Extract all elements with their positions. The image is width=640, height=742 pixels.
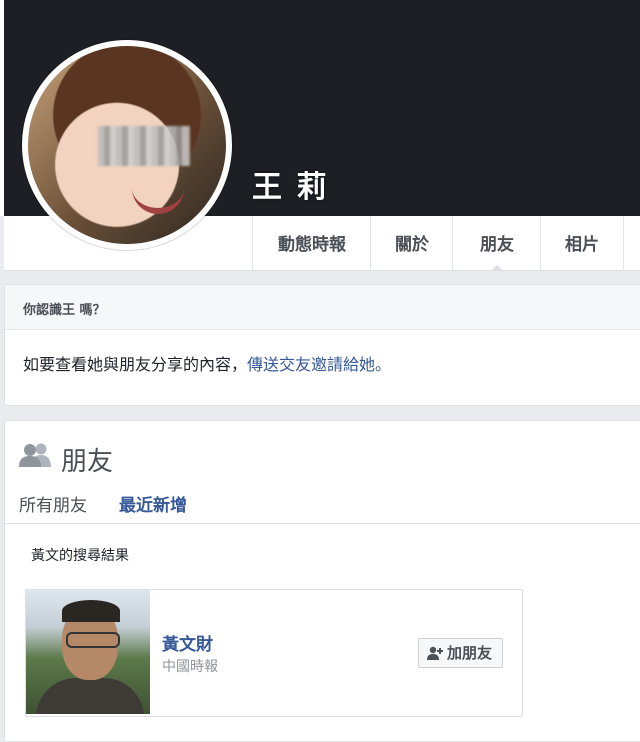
friend-subtitle: 中國時報: [162, 659, 218, 675]
avatar-mouth: [132, 184, 184, 214]
friend-name-link[interactable]: 黃文財: [162, 630, 213, 655]
avatar: [28, 46, 226, 244]
friend-photo-hair: [62, 600, 120, 622]
tab-all-friends[interactable]: 所有朋友: [19, 491, 87, 516]
list-item: 黃文財 中國時報 加朋友: [25, 589, 523, 717]
prompt-body: 如要查看她與朋友分享的內容，傳送交友邀請給她。: [23, 351, 391, 375]
prompt-title: 你認識王 嗎？: [23, 303, 106, 318]
left-divider: [0, 0, 4, 216]
profile-picture[interactable]: [22, 40, 232, 250]
tab-friends[interactable]: 朋友: [452, 216, 541, 271]
friends-icon: [19, 443, 51, 467]
tab-recently-added[interactable]: 最近新增: [119, 491, 187, 516]
tab-timeline[interactable]: 動態時報: [252, 216, 371, 270]
blurred-face-region: [98, 126, 190, 166]
search-results-label: 黃文的搜尋結果: [31, 548, 129, 564]
tab-photos[interactable]: 相片: [540, 216, 624, 270]
prompt-header: 你認識王 嗎？: [5, 285, 640, 330]
tab-about[interactable]: 關於: [370, 216, 453, 270]
send-friend-request-link[interactable]: 傳送交友邀請給她。: [247, 355, 391, 374]
prompt-text: 如要查看她與朋友分享的內容，: [23, 355, 248, 374]
friends-heading: 朋友: [61, 447, 114, 477]
friend-photo[interactable]: [26, 590, 150, 714]
friend-photo-body: [36, 678, 144, 714]
friend-photo-glasses: [66, 632, 120, 648]
friends-subtabs: 所有朋友 最近新增: [5, 481, 640, 524]
friends-section: 朋友 所有朋友 最近新增 黃文的搜尋結果 黃文財 中國時報 加朋友: [4, 420, 640, 742]
add-friend-button[interactable]: 加朋友: [418, 638, 504, 668]
add-friend-icon: [427, 646, 443, 660]
add-friend-label: 加朋友: [447, 644, 493, 662]
add-friend-prompt-card: 你認識王 嗎？ 如要查看她與朋友分享的內容，傳送交友邀請給她。: [4, 284, 640, 406]
profile-name[interactable]: 王 莉: [252, 162, 328, 206]
